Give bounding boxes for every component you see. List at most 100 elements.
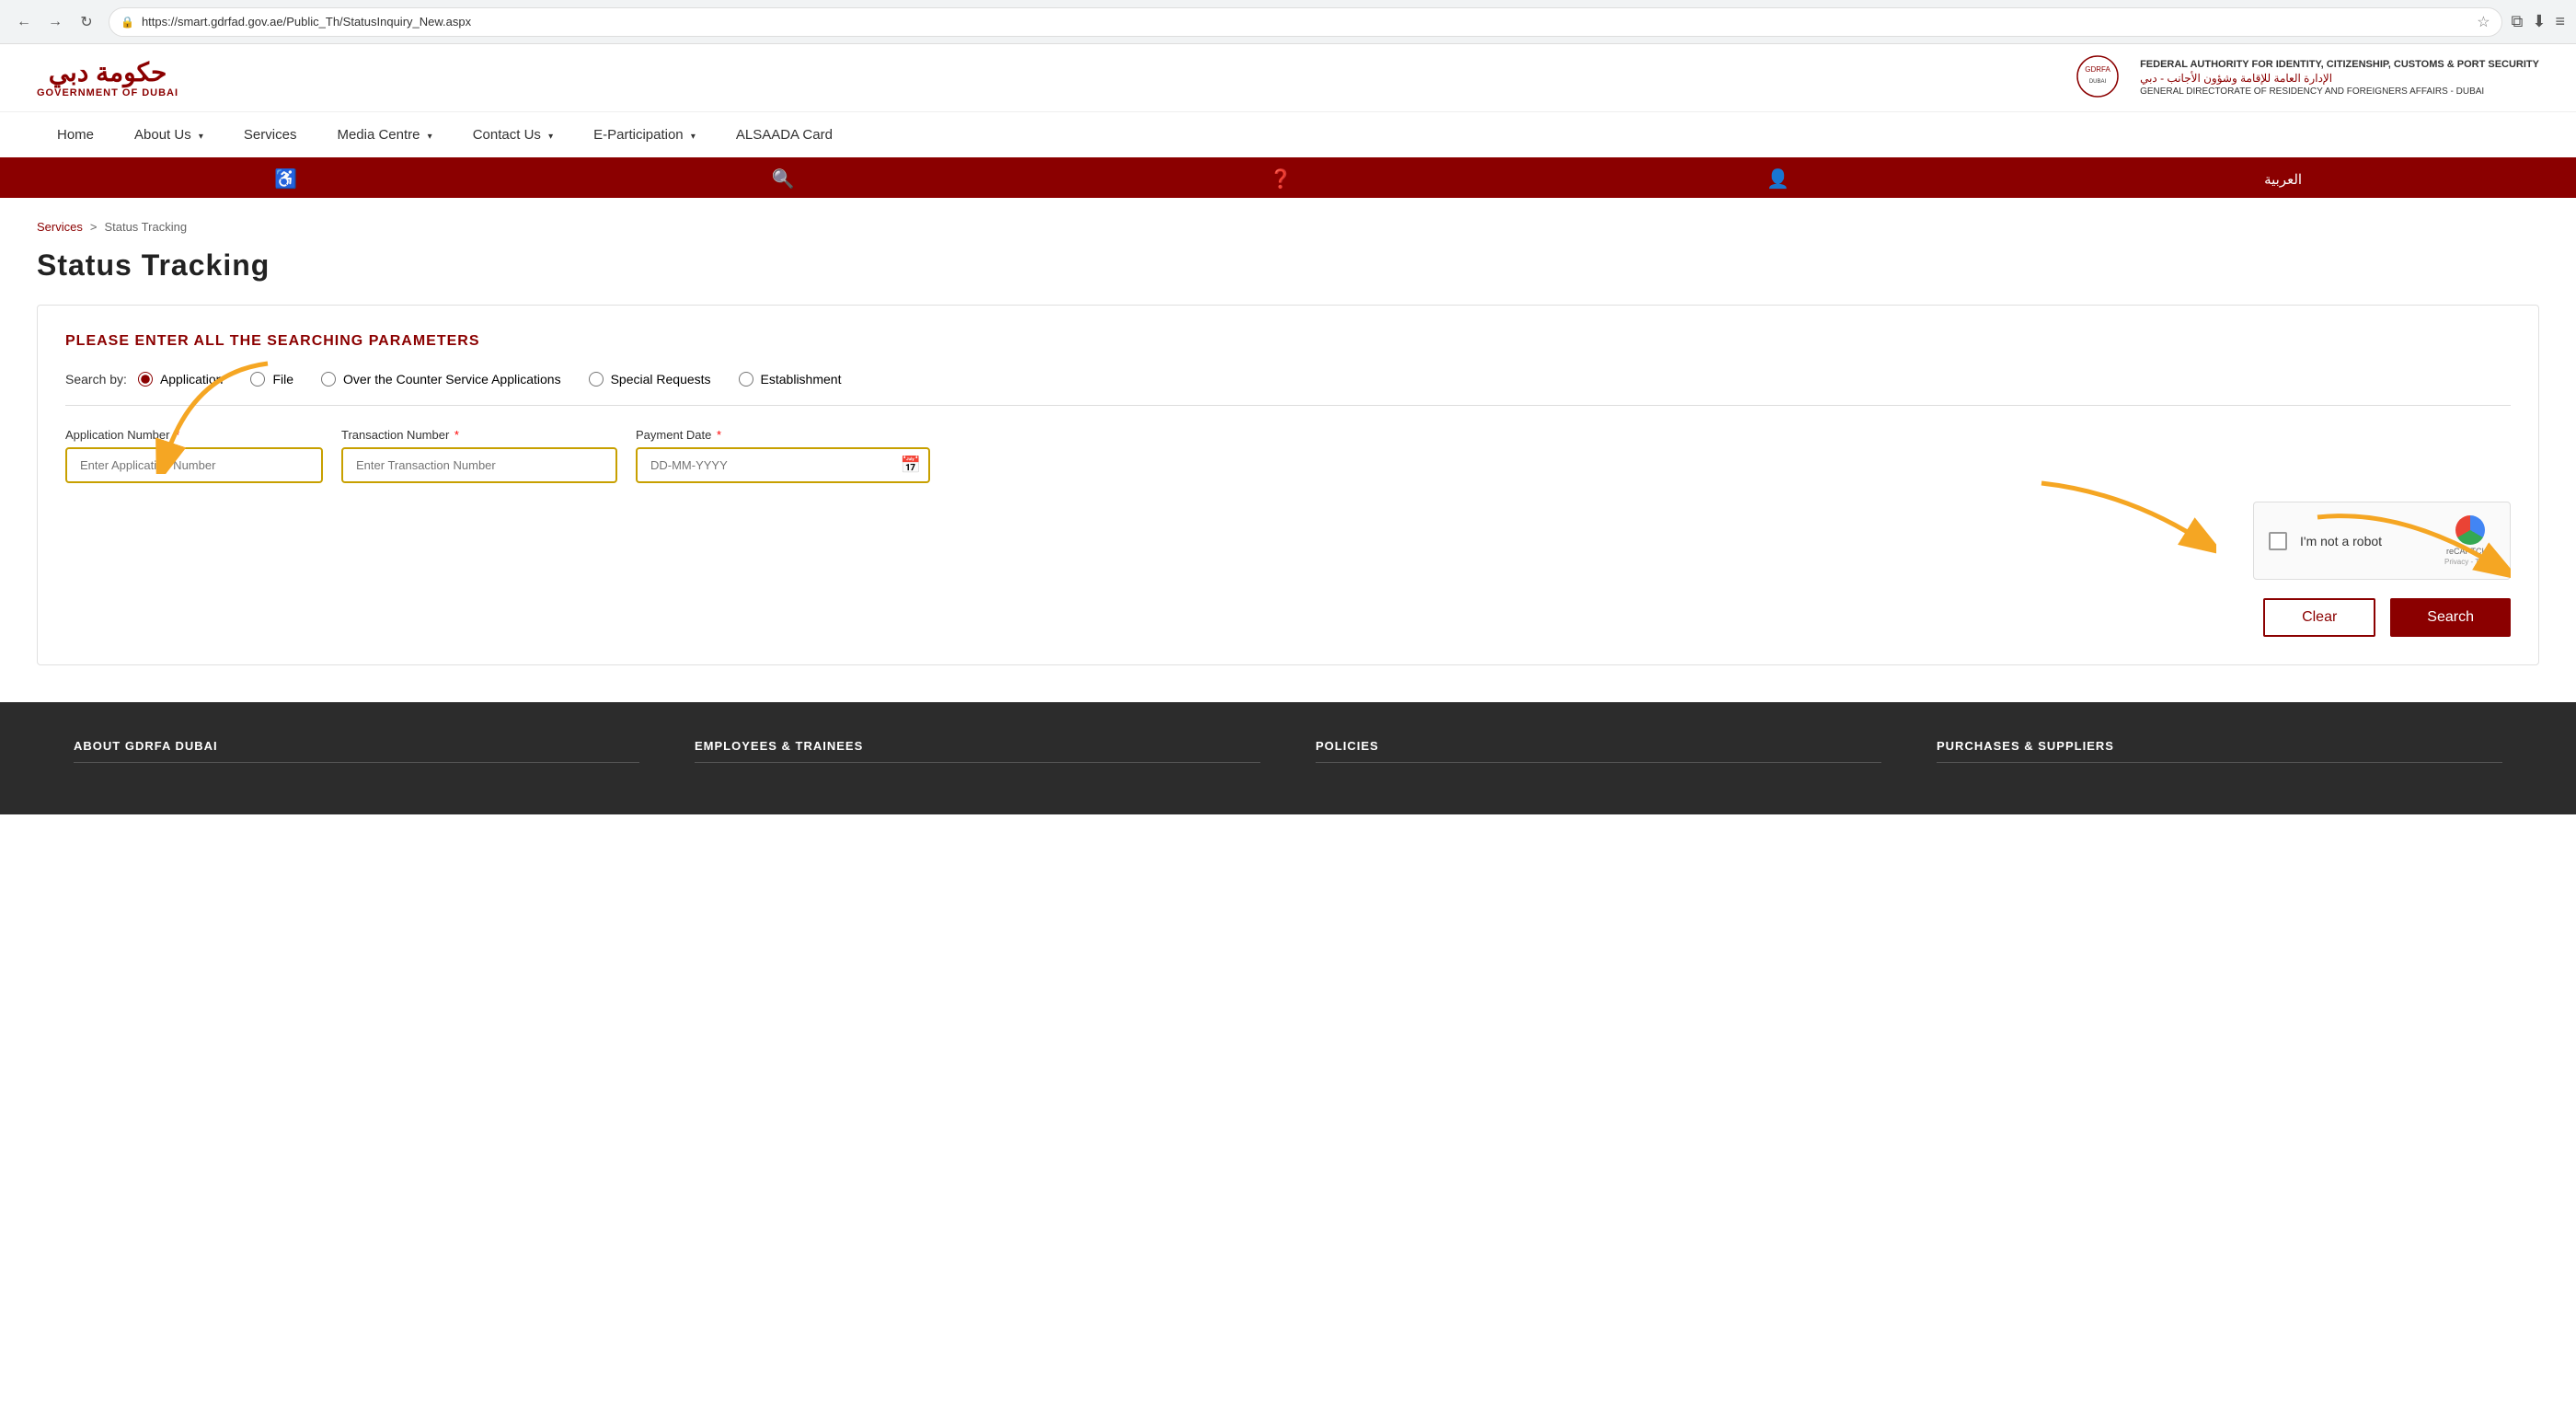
recaptcha-icon [2455, 515, 2485, 545]
breadcrumb-services-link[interactable]: Services [37, 220, 83, 234]
application-number-label: Application Number * [65, 428, 323, 442]
nav-eparticipation[interactable]: E-Participation ▾ [573, 112, 716, 157]
content-area: Services > Status Tracking Status Tracki… [0, 198, 2576, 702]
eparticipation-dropdown-arrow: ▾ [691, 132, 696, 142]
downloads-icon[interactable]: ⬇ [2532, 12, 2546, 31]
extensions-icon[interactable]: ⧉ [2512, 12, 2524, 31]
nav-services[interactable]: Services [224, 112, 317, 157]
fields-row: Application Number * Transaction Number … [65, 428, 2511, 483]
footer: ABOUT GDRFA DUBAI EMPLOYEES & TRAINEES P… [0, 702, 2576, 814]
refresh-button[interactable]: ↻ [74, 9, 99, 35]
main-navigation: Home About Us ▾ Services Media Centre ▾ … [0, 112, 2576, 160]
recaptcha-brand: reCAPTCHA [2446, 547, 2493, 556]
radio-application[interactable]: Application [138, 372, 224, 387]
transaction-number-label: Transaction Number * [341, 428, 617, 442]
authority-logo-icon: GDRFA DUBAI [2070, 53, 2125, 99]
forward-button[interactable]: → [42, 9, 68, 35]
radio-application-input[interactable] [138, 372, 153, 387]
radio-file-label: File [272, 372, 293, 387]
nav-contact[interactable]: Contact Us ▾ [453, 112, 573, 157]
radio-establishment[interactable]: Establishment [739, 372, 842, 387]
address-bar[interactable]: 🔒 ☆ [109, 7, 2502, 37]
radio-special[interactable]: Special Requests [589, 372, 711, 387]
search-by-row: Search by: Application File Over the Cou… [65, 372, 2511, 387]
search-by-label: Search by: [65, 372, 127, 387]
browser-chrome: ← → ↻ 🔒 ☆ ⧉ ⬇ ≡ [0, 0, 2576, 44]
svg-text:DUBAI: DUBAI [2089, 79, 2107, 85]
media-dropdown-arrow: ▾ [428, 132, 432, 142]
radio-counter-label: Over the Counter Service Applications [343, 372, 561, 387]
payment-date-required: * [717, 428, 721, 442]
svg-text:GDRFA: GDRFA [2085, 65, 2110, 74]
bookmark-icon[interactable]: ☆ [2477, 13, 2490, 31]
user-icon[interactable]: 👤 [1766, 167, 1789, 190]
url-input[interactable] [142, 15, 2469, 29]
form-divider [65, 405, 2511, 406]
footer-column-purchases: PURCHASES & SUPPLIERS [1937, 739, 2502, 778]
page-title: Status Tracking [37, 248, 2539, 283]
nav-about[interactable]: About Us ▾ [114, 112, 224, 157]
authority-line3: GENERAL DIRECTORATE OF RESIDENCY AND FOR… [2140, 87, 2539, 97]
captcha-section: I'm not a robot reCAPTCHA Privacy - Term… [65, 502, 2511, 580]
captcha-area: I'm not a robot reCAPTCHA Privacy - Term… [65, 502, 2511, 580]
gov-arabic-text: حكومة دبي [37, 57, 178, 87]
recaptcha-terms[interactable]: Terms [2475, 558, 2495, 566]
page-wrapper: حكومة دبي GOVERNMENT OF DUBAI GDRFA DUBA… [0, 44, 2576, 1420]
radio-special-input[interactable] [589, 372, 604, 387]
radio-file[interactable]: File [250, 372, 293, 387]
radio-special-label: Special Requests [611, 372, 711, 387]
footer-col-policies-title: POLICIES [1316, 739, 1881, 763]
radio-establishment-input[interactable] [739, 372, 753, 387]
contact-dropdown-arrow: ▾ [548, 132, 553, 142]
application-number-field: Application Number * [65, 428, 323, 483]
breadcrumb-current: Status Tracking [104, 220, 187, 234]
calendar-icon[interactable]: 📅 [901, 456, 921, 475]
authority-line2-arabic: الإدارة العامة للإقامة وشؤون الأجانب - د… [2140, 72, 2539, 85]
help-icon[interactable]: ❓ [1270, 167, 1293, 190]
recaptcha-privacy[interactable]: Privacy [2444, 558, 2468, 566]
transaction-number-field: Transaction Number * [341, 428, 617, 483]
radio-counter-input[interactable] [321, 372, 336, 387]
application-number-input[interactable] [65, 447, 323, 483]
captcha-box: I'm not a robot reCAPTCHA Privacy - Term… [2253, 502, 2511, 580]
arabic-language-button[interactable]: العربية [2264, 171, 2302, 188]
top-header: حكومة دبي GOVERNMENT OF DUBAI GDRFA DUBA… [0, 44, 2576, 112]
form-heading: PLEASE ENTER ALL THE SEARCHING PARAMETER… [65, 333, 2511, 350]
action-buttons: Clear Search [65, 598, 2511, 637]
action-section: Clear Search [65, 598, 2511, 637]
authority-info: GDRFA DUBAI FEDERAL AUTHORITY FOR IDENTI… [2070, 53, 2539, 102]
recaptcha-logo: reCAPTCHA Privacy - Terms [2444, 515, 2495, 566]
gov-english-text: GOVERNMENT OF DUBAI [37, 87, 178, 98]
nav-media[interactable]: Media Centre ▾ [316, 112, 452, 157]
footer-col-purchases-title: PURCHASES & SUPPLIERS [1937, 739, 2502, 763]
footer-column-about: ABOUT GDRFA DUBAI [74, 739, 639, 778]
breadcrumb-separator: > [90, 220, 98, 234]
payment-date-field: Payment Date * 📅 [636, 428, 930, 483]
footer-col-about-title: ABOUT GDRFA DUBAI [74, 739, 639, 763]
clear-button[interactable]: Clear [2263, 598, 2375, 637]
radio-file-input[interactable] [250, 372, 265, 387]
secondary-navigation: ♿ 🔍 ❓ 👤 العربية [0, 160, 2576, 198]
search-button[interactable]: Search [2390, 598, 2511, 637]
government-logo: حكومة دبي GOVERNMENT OF DUBAI [37, 57, 178, 98]
payment-date-input[interactable] [636, 447, 930, 483]
transaction-number-input[interactable] [341, 447, 617, 483]
accessibility-icon[interactable]: ♿ [274, 167, 297, 190]
radio-counter[interactable]: Over the Counter Service Applications [321, 372, 561, 387]
search-form-container: PLEASE ENTER ALL THE SEARCHING PARAMETER… [37, 305, 2539, 665]
payment-date-label: Payment Date * [636, 428, 930, 442]
captcha-checkbox[interactable] [2269, 532, 2287, 550]
search-icon[interactable]: 🔍 [772, 167, 795, 190]
menu-icon[interactable]: ≡ [2555, 12, 2565, 31]
lock-icon: 🔒 [121, 16, 134, 29]
nav-home[interactable]: Home [37, 112, 114, 157]
radio-application-label: Application [160, 372, 224, 387]
nav-alsaada[interactable]: ALSAADA Card [716, 112, 853, 157]
back-button[interactable]: ← [11, 9, 37, 35]
footer-columns: ABOUT GDRFA DUBAI EMPLOYEES & TRAINEES P… [74, 739, 2502, 778]
radio-group: Application File Over the Counter Servic… [138, 372, 842, 387]
browser-right-icons: ⧉ ⬇ ≡ [2512, 12, 2565, 31]
breadcrumb: Services > Status Tracking [37, 220, 2539, 234]
footer-column-employees: EMPLOYEES & TRAINEES [695, 739, 1260, 778]
logo-area: حكومة دبي GOVERNMENT OF DUBAI [37, 57, 178, 98]
